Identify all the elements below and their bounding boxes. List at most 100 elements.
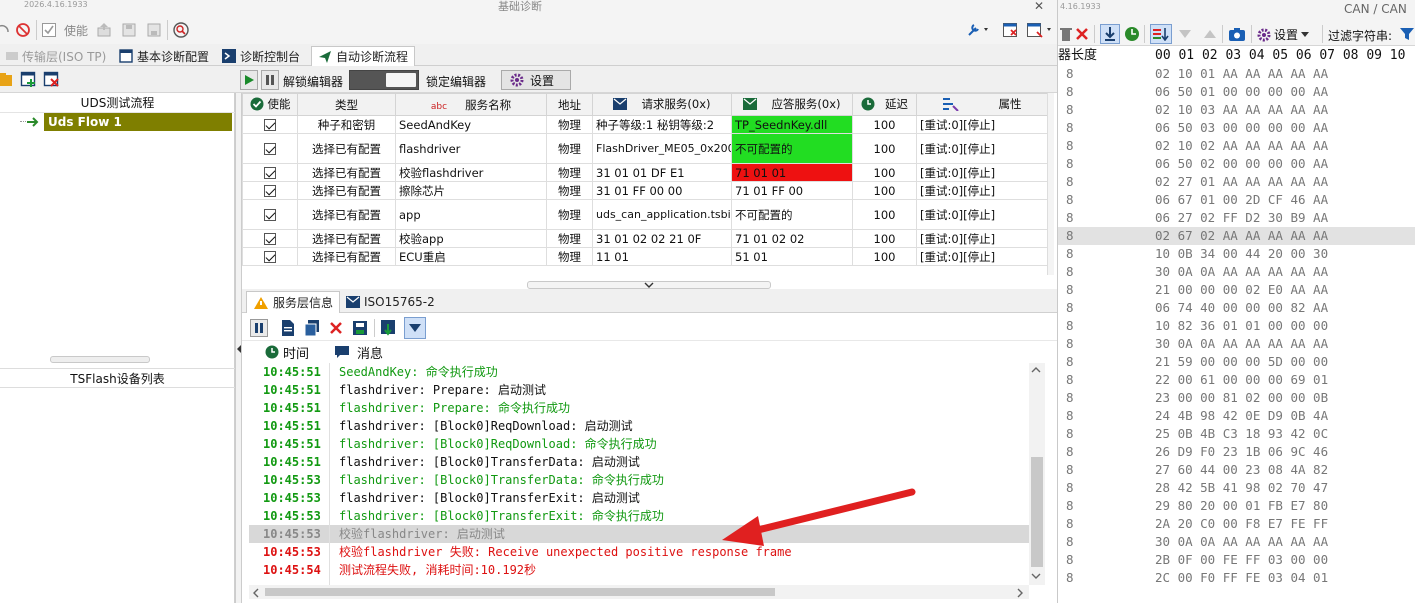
tab-iso15765[interactable]: ISO15765-2 [340, 291, 441, 313]
trace-settings-dropdown[interactable]: 设置 [1257, 26, 1310, 43]
response-cell[interactable]: 71 01 01 [731, 163, 853, 182]
can-frame-row[interactable]: 8 10 82 36 01 01 00 00 00 [1058, 317, 1415, 335]
scroll-up-icon[interactable] [1031, 367, 1041, 373]
enable-checkbox[interactable] [264, 233, 276, 245]
col-address[interactable]: 地址 [546, 93, 593, 116]
import-icon[interactable] [96, 22, 112, 38]
can-frame-row[interactable]: 8 2B 0F 00 FE FF 03 00 00 [1058, 551, 1415, 569]
arrow-down-icon[interactable] [1177, 26, 1193, 42]
enable-checkbox[interactable] [264, 209, 276, 221]
can-frame-row[interactable]: 8 02 10 03 AA AA AA AA AA [1058, 101, 1415, 119]
service-name-cell[interactable]: ECU重启 [395, 247, 547, 266]
service-name-cell[interactable]: 校验app [395, 229, 547, 248]
clear-icon[interactable] [328, 319, 344, 337]
pane-splitter[interactable] [50, 356, 150, 363]
request-cell[interactable]: 31 01 FF 00 00 [592, 181, 732, 200]
arrow-up-icon[interactable] [1202, 26, 1218, 42]
tools-dropdown-icon[interactable] [966, 22, 990, 38]
enable-cell[interactable] [242, 163, 298, 182]
address-cell[interactable]: 物理 [546, 199, 593, 230]
tab-auto-diagnosis[interactable]: 自动诊断流程 [311, 46, 416, 66]
can-frame-row[interactable]: 8 21 59 00 00 00 5D 00 00 [1058, 353, 1415, 371]
log-row[interactable]: 10:45:51 flashdriver: [Block0]TransferDat… [249, 453, 1029, 471]
can-frame-row[interactable]: 8 27 60 44 00 23 08 4A 82 [1058, 461, 1415, 479]
save-log-icon[interactable] [352, 319, 368, 337]
properties-cell[interactable]: [重试:0][停止] [916, 247, 1048, 266]
can-frame-row[interactable]: 8 06 27 02 FF D2 30 B9 AA [1058, 209, 1415, 227]
filter-icon[interactable] [1398, 26, 1415, 42]
properties-cell[interactable]: [重试:0][停止] [916, 163, 1048, 182]
log-row[interactable]: 10:45:51 flashdriver: Prepare: 命令执行成功 [249, 399, 1029, 417]
service-name-cell[interactable]: flashdriver [395, 133, 547, 164]
log-row[interactable]: 10:45:51 flashdriver: [Block0]ReqDownload… [249, 417, 1029, 435]
timer-icon[interactable] [1124, 26, 1140, 42]
col-type[interactable]: 类型 [297, 93, 396, 116]
scroll-to-end-button[interactable] [1100, 24, 1120, 44]
type-cell[interactable]: 选择已有配置 [297, 163, 396, 182]
log-row[interactable]: 10:45:51 flashdriver: Prepare: 启动测试 [249, 381, 1029, 399]
service-name-cell[interactable]: 校验flashdriver [395, 163, 547, 182]
can-frame-row[interactable]: 8 06 50 01 00 00 00 00 AA [1058, 83, 1415, 101]
can-frame-row[interactable]: 8 22 00 61 00 00 00 69 01 [1058, 371, 1415, 389]
response-cell[interactable]: TP_SeednKey.dll [731, 115, 853, 134]
enable-cell[interactable] [242, 115, 298, 134]
type-cell[interactable]: 选择已有配置 [297, 199, 396, 230]
can-frame-row[interactable]: 8 06 50 03 00 00 00 00 AA [1058, 119, 1415, 137]
response-cell[interactable]: 71 01 FF 00 [731, 181, 853, 200]
close-window-button[interactable]: ✕ [1034, 0, 1044, 13]
can-frame-row[interactable]: 8 29 80 20 00 01 FB E7 80 [1058, 497, 1415, 515]
type-cell[interactable]: 选择已有配置 [297, 133, 396, 164]
enable-cell[interactable] [242, 247, 298, 266]
col-service-name[interactable]: abc 服务名称 [395, 93, 547, 116]
diagnostic-search-icon[interactable] [172, 21, 190, 39]
delay-cell[interactable]: 100 [852, 199, 917, 230]
enable-checkbox[interactable] [264, 185, 276, 197]
lock-editor-label[interactable]: 锁定编辑器 [426, 73, 486, 90]
type-cell[interactable]: 选择已有配置 [297, 247, 396, 266]
can-frame-row[interactable]: 8 30 0A 0A AA AA AA AA AA [1058, 533, 1415, 551]
properties-cell[interactable]: [重试:0][停止] [916, 133, 1048, 164]
can-frame-row[interactable]: 8 06 50 02 00 00 00 00 AA [1058, 155, 1415, 173]
request-cell[interactable]: uds_can_application.tsbinary [592, 199, 732, 230]
enable-label[interactable]: 使能 [64, 22, 88, 39]
sort-button[interactable] [1150, 24, 1172, 44]
service-row[interactable]: 选择已有配置 flashdriver 物理 FlashDriver_ME05_0x20… [242, 133, 1048, 164]
add-flow-icon[interactable] [20, 71, 38, 89]
address-cell[interactable]: 物理 [546, 115, 593, 134]
tab-transport-layer[interactable]: 传输层(ISO TP) [0, 46, 112, 66]
can-frame-row[interactable]: 8 28 42 5B 41 98 02 70 47 [1058, 479, 1415, 497]
enable-checkbox[interactable] [264, 119, 276, 131]
response-cell[interactable]: 不可配置的 [731, 133, 853, 164]
address-cell[interactable]: 物理 [546, 181, 593, 200]
settings-button[interactable]: 设置 [501, 70, 571, 90]
document-icon[interactable] [280, 319, 296, 337]
layout-dropdown-icon[interactable] [1026, 22, 1054, 38]
col-properties[interactable]: 属性 [916, 93, 1048, 116]
can-frame-row[interactable]: 8 10 0B 34 00 44 20 00 30 [1058, 245, 1415, 263]
col-delay[interactable]: 延迟 [852, 93, 917, 116]
tab-service-layer-info[interactable]: 服务层信息 [246, 291, 341, 313]
delay-cell[interactable]: 100 [852, 247, 917, 266]
enable-cell[interactable] [242, 229, 298, 248]
close-doc-icon[interactable] [1002, 22, 1018, 38]
service-row[interactable]: 种子和密钥 SeedAndKey 物理 种子等级:1 秘钥等级:2 TP_SeednKe… [242, 115, 1048, 134]
can-frame-row[interactable]: 8 06 74 40 00 00 00 82 AA [1058, 299, 1415, 317]
can-frame-row[interactable]: 8 2A 20 C0 00 F8 E7 FE FF [1058, 515, 1415, 533]
copy-icon[interactable] [304, 319, 320, 337]
can-frame-row[interactable]: 8 30 0A 0A AA AA AA AA AA [1058, 335, 1415, 353]
log-horizontal-scrollbar[interactable] [249, 585, 1029, 599]
vertical-splitter[interactable] [235, 66, 242, 603]
editor-lock-toggle[interactable] [349, 70, 419, 90]
address-cell[interactable]: 物理 [546, 163, 593, 182]
delay-cell[interactable]: 100 [852, 133, 917, 164]
log-hscroll-thumb[interactable] [265, 588, 775, 596]
can-frame-row[interactable]: 8 24 4B 98 42 0E D9 0B 4A [1058, 407, 1415, 425]
address-cell[interactable]: 物理 [546, 247, 593, 266]
col-response[interactable]: 应答服务(0x) [731, 93, 853, 116]
type-cell[interactable]: 选择已有配置 [297, 181, 396, 200]
enable-cell[interactable] [242, 199, 298, 230]
type-cell[interactable]: 选择已有配置 [297, 229, 396, 248]
log-row[interactable]: 10:45:51 flashdriver: [Block0]ReqDownload… [249, 435, 1029, 453]
properties-cell[interactable]: [重试:0][停止] [916, 229, 1048, 248]
service-row[interactable]: 选择已有配置 ECU重启 物理 11 01 51 01 100 [重试:0][停止] [242, 247, 1048, 266]
